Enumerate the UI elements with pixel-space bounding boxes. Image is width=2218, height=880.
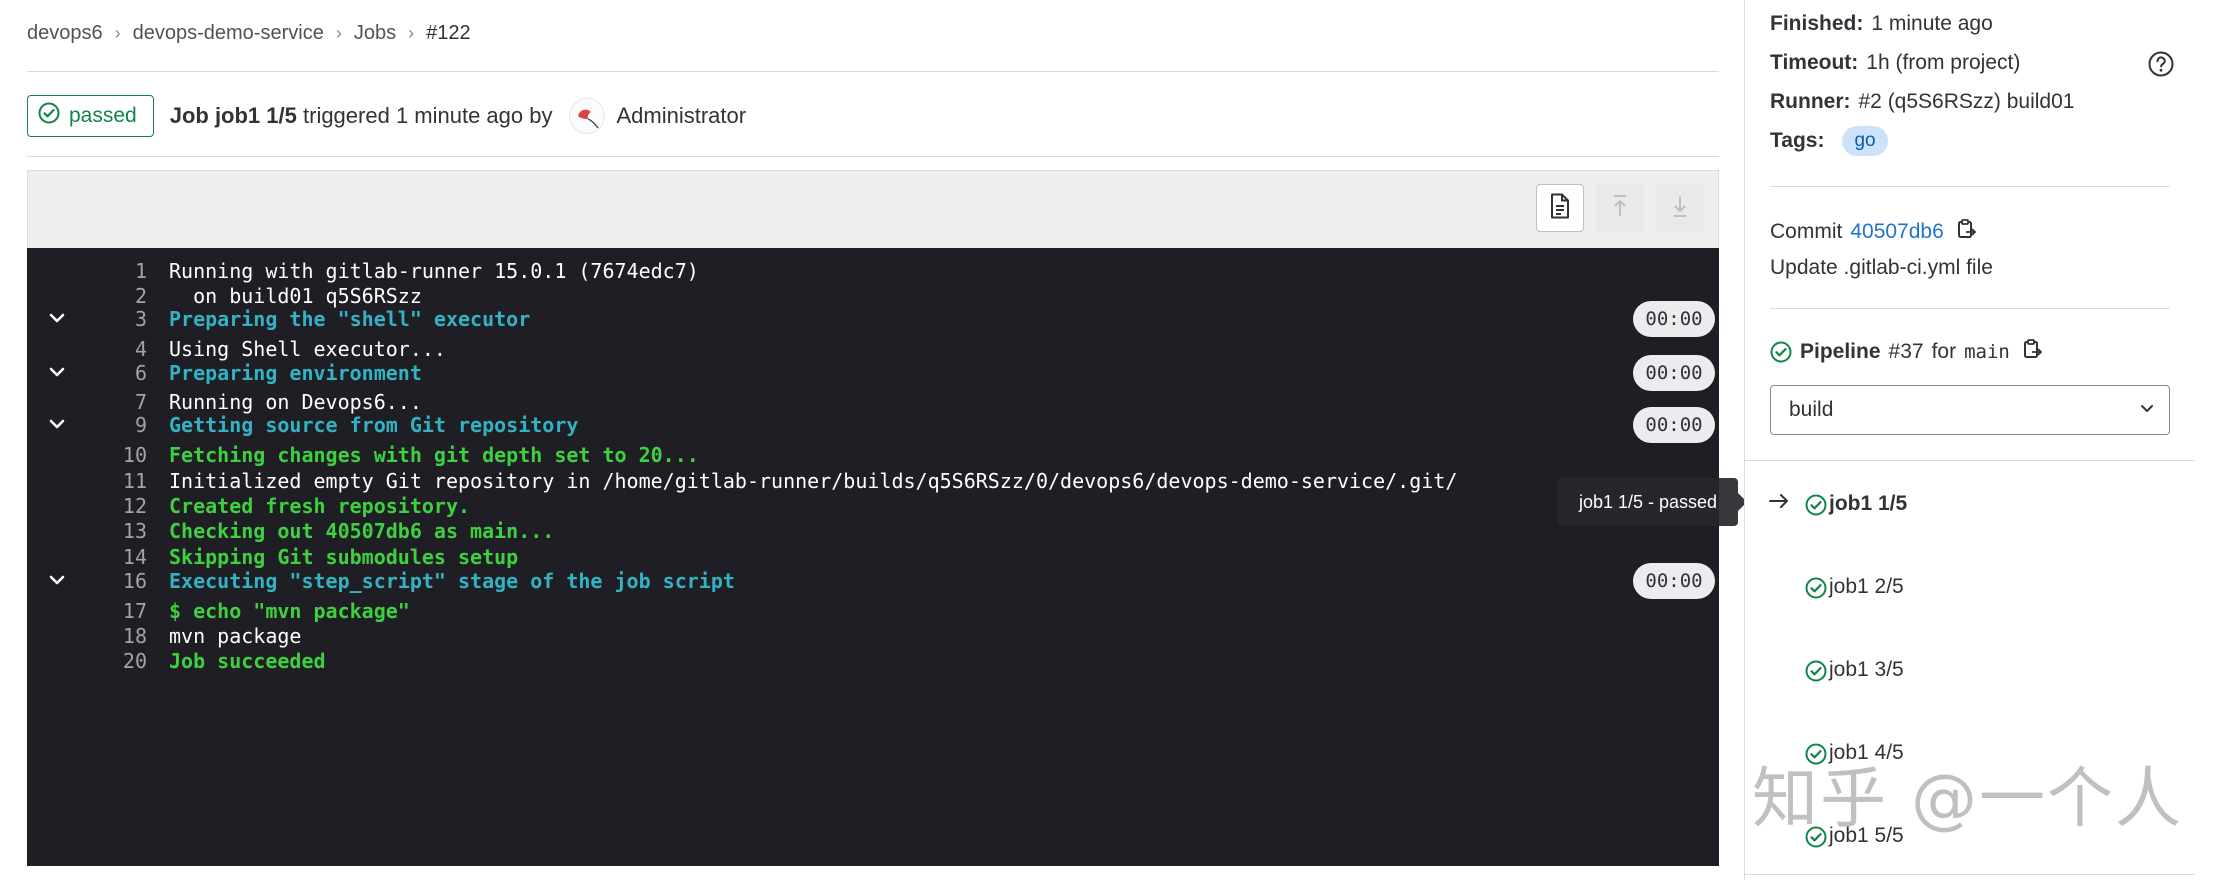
chevron-right-icon: › (335, 23, 342, 43)
stage-dropdown-value: build (1789, 398, 1834, 421)
commit-message: Update .gitlab-ci.yml file (1770, 256, 1993, 280)
job-list-item-label: job1 1/5 (1829, 492, 1908, 515)
chevron-down-icon[interactable] (47, 308, 67, 328)
job-list-item[interactable]: job1 2/5 (1805, 573, 1904, 601)
log-toolbar (27, 170, 1719, 248)
log-line-number[interactable]: 9 (67, 408, 147, 442)
finished-value: 1 minute ago (1871, 12, 1993, 35)
job-log: 1 Running with gitlab-runner 15.0.1 (7674… (27, 248, 1719, 866)
copy-icon[interactable] (1956, 218, 1977, 246)
runner-row: Runner: #2 (q5S6RSzz) build01 (1770, 90, 2074, 114)
scroll-down-icon (1669, 193, 1691, 224)
job-triggered-text: triggered 1 minute ago by (303, 103, 553, 128)
log-line: 20 Job succeeded (27, 644, 1719, 678)
scroll-up-icon (1609, 193, 1631, 224)
finished-row: Finished: 1 minute ago (1770, 12, 1993, 36)
job-list-item[interactable]: job1 1/5 (1805, 490, 1907, 518)
timeout-row: Timeout: 1h (from project) (1770, 51, 2020, 75)
log-line-number[interactable]: 20 (67, 644, 147, 678)
status-success-icon (1805, 494, 1827, 522)
divider (1770, 308, 2170, 309)
arrow-right-icon (1768, 491, 1790, 516)
runner-label: Runner: (1770, 90, 1851, 113)
breadcrumb-group[interactable]: devops6 (27, 22, 103, 45)
log-line-text: Job succeeded (169, 649, 326, 673)
job-name: Job job1 1/5 (169, 103, 297, 128)
pipeline-for: for (1931, 340, 1957, 363)
status-badge-label: passed (69, 104, 137, 127)
status-success-icon (1805, 577, 1827, 605)
status-success-icon (38, 102, 60, 130)
chevron-down-icon (2139, 398, 2155, 422)
chevron-right-icon: › (114, 23, 121, 43)
chevron-down-icon[interactable] (47, 414, 67, 434)
pipeline-link[interactable]: #37 (1889, 340, 1924, 364)
copy-icon[interactable] (2022, 338, 2043, 366)
show-raw-button[interactable] (1536, 184, 1584, 232)
log-line-text: Preparing the "shell" executor (169, 307, 531, 331)
commit-message-text: Update .gitlab-ci.yml file (1770, 256, 1993, 279)
tooltip: job1 1/5 - passed (1558, 478, 1747, 526)
commit-row: Commit 40507db6 (1770, 218, 1977, 246)
commit-sha-link[interactable]: 40507db6 (1850, 220, 1943, 244)
divider (1770, 186, 2170, 187)
status-success-icon (1770, 341, 1792, 363)
breadcrumb: devops6 › devops-demo-service › Jobs › #… (27, 22, 471, 45)
job-header: passed Job job1 1/5 triggered 1 minute a… (27, 95, 746, 137)
log-section-header[interactable]: 16 Executing "step_script" stage of the j… (27, 563, 1719, 599)
stage-dropdown[interactable]: build (1770, 385, 2170, 435)
job-list-item-label: job1 2/5 (1829, 575, 1904, 598)
pipeline-label: Pipeline (1800, 340, 1881, 363)
runner-value[interactable]: #2 (q5S6RSzz) build01 (1859, 90, 2075, 114)
pipeline-row: Pipeline #37 for main (1770, 338, 2043, 366)
divider (27, 156, 1719, 157)
scroll-top-button[interactable] (1596, 184, 1644, 232)
breadcrumb-job-id[interactable]: #122 (426, 22, 471, 45)
divider (1745, 874, 2195, 875)
chevron-down-icon[interactable] (47, 362, 67, 382)
watermark: 知乎 @一个人 (1752, 760, 2183, 837)
job-main-panel: devops6 › devops-demo-service › Jobs › #… (27, 0, 1719, 880)
job-list-item[interactable]: job1 3/5 (1805, 656, 1904, 684)
chevron-down-icon[interactable] (47, 570, 67, 590)
status-badge[interactable]: passed (27, 95, 154, 137)
log-section-header[interactable]: 9 Getting source from Git repository 00:00 (27, 407, 1719, 443)
tags-row: Tags: go (1770, 126, 1888, 156)
pipeline-ref[interactable]: main (1964, 341, 2010, 363)
commit-label: Commit (1770, 220, 1843, 243)
breadcrumb-project[interactable]: devops-demo-service (133, 22, 324, 45)
timeout-label: Timeout: (1770, 51, 1859, 74)
tag-badge: go (1842, 126, 1888, 156)
question-icon[interactable] (2148, 51, 2174, 82)
log-section-header[interactable]: 3 Preparing the "shell" executor 00:00 (27, 301, 1719, 337)
tags-label: Tags: (1770, 129, 1825, 152)
avatar[interactable] (568, 98, 605, 134)
document-icon (1549, 193, 1571, 224)
job-list-item-label: job1 3/5 (1829, 658, 1904, 681)
divider (27, 71, 1719, 72)
job-title: Job job1 1/5 triggered 1 minute ago by (170, 103, 553, 129)
log-line-number[interactable]: 3 (67, 302, 147, 336)
status-success-icon (1805, 660, 1827, 688)
scroll-bottom-button[interactable] (1656, 184, 1704, 232)
timeout-value: 1h (from project) (1866, 51, 2021, 74)
divider (1745, 460, 2195, 461)
chevron-right-icon: › (408, 23, 415, 43)
user-link[interactable]: Administrator (617, 103, 747, 129)
log-line-number[interactable]: 16 (67, 564, 147, 598)
log-line-text: Executing "step_script" stage of the job… (169, 569, 735, 593)
finished-label: Finished: (1770, 12, 1864, 35)
log-line-text: Getting source from Git repository (169, 413, 579, 437)
breadcrumb-jobs[interactable]: Jobs (354, 22, 396, 45)
